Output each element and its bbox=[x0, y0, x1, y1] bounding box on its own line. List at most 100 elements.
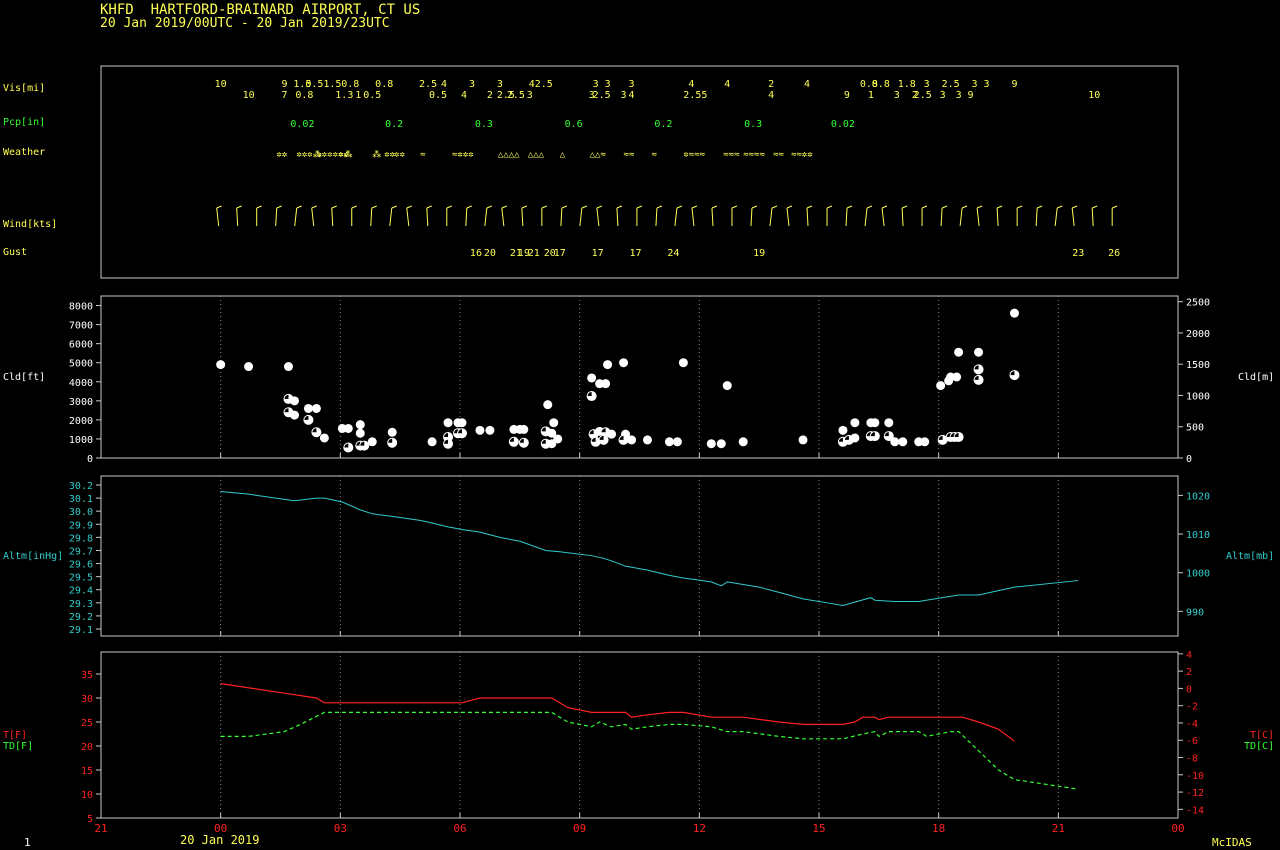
wind-barb bbox=[786, 205, 793, 227]
gust-value: 23 bbox=[1072, 248, 1084, 259]
cloud-ytick-label: 7000 bbox=[69, 321, 93, 332]
wind-barb-flag bbox=[976, 205, 983, 209]
cloud-y2tick-label: 0 bbox=[1186, 454, 1192, 465]
vis-value: 3 bbox=[984, 79, 990, 90]
wind-barb-staff bbox=[769, 207, 773, 227]
cloud-point bbox=[798, 435, 808, 445]
wind-barb-flag bbox=[351, 205, 357, 209]
vis-value: 1 bbox=[868, 90, 874, 101]
temp-y2tick-label: -14 bbox=[1186, 805, 1204, 816]
wind-barb bbox=[370, 205, 377, 227]
vis-value: 4 bbox=[804, 79, 810, 90]
cloud-ytick-label: 8000 bbox=[69, 302, 93, 313]
cloud-point bbox=[850, 433, 860, 443]
cloud-point bbox=[601, 379, 611, 389]
wind-barb bbox=[465, 205, 472, 227]
altm-ytick-label: 29.7 bbox=[69, 546, 93, 557]
wind-barb-flag bbox=[616, 205, 623, 209]
wind-barb-flag bbox=[826, 205, 833, 209]
gust-value: 24 bbox=[667, 248, 679, 259]
vis-value: 10 bbox=[1088, 90, 1100, 101]
wind-barb-flag bbox=[406, 205, 412, 209]
vis-value: 3 bbox=[956, 90, 962, 101]
gust-value: 20 bbox=[484, 248, 496, 259]
wind-barb-staff bbox=[1071, 207, 1075, 227]
cloud-y2tick-label: 2500 bbox=[1186, 298, 1210, 309]
gust-value: 17 bbox=[629, 248, 641, 259]
cloud-point bbox=[319, 433, 329, 443]
cloud-ytick-label: 3000 bbox=[69, 397, 93, 408]
vis-value: 3 bbox=[605, 79, 611, 90]
wind-barb-flag bbox=[486, 205, 493, 209]
wind-barb-flag bbox=[581, 205, 588, 209]
vis-value: 0.8 bbox=[295, 90, 313, 101]
wind-barb bbox=[311, 205, 317, 227]
x-tick-label: 09 bbox=[573, 822, 586, 835]
wind-barb-staff bbox=[596, 207, 600, 227]
wind-barb bbox=[711, 205, 718, 227]
wind-barb bbox=[275, 205, 282, 227]
cloud-point bbox=[355, 428, 365, 438]
wind-barb bbox=[596, 205, 603, 227]
cloud-ytick-label: 5000 bbox=[69, 359, 93, 370]
cloud-point bbox=[443, 418, 453, 428]
wind-barb bbox=[674, 205, 683, 227]
wind-barb bbox=[826, 205, 833, 226]
altm-y2tick-label: 1000 bbox=[1186, 569, 1210, 580]
weather-symbol: △△△ bbox=[528, 150, 545, 160]
wind-barb-staff bbox=[996, 207, 999, 227]
vis-value: 2.5 bbox=[419, 79, 437, 90]
cloud-point bbox=[443, 438, 454, 449]
cloud-point bbox=[603, 360, 613, 370]
cloud-y2tick-label: 2000 bbox=[1186, 329, 1210, 340]
cloud-point bbox=[850, 418, 860, 428]
vis-value: 1.5 bbox=[323, 79, 341, 90]
wind-barb-flag bbox=[426, 205, 432, 209]
x-tick-label: 15 bbox=[812, 822, 825, 835]
altm-ytick-label: 30.0 bbox=[69, 507, 93, 518]
vis-value: 2.5 bbox=[535, 79, 553, 90]
wind-barb-flag bbox=[691, 205, 698, 209]
pcp-row-label: Pcp[in] bbox=[3, 117, 45, 128]
wind-barb bbox=[691, 205, 698, 227]
wind-barb bbox=[236, 205, 242, 227]
wind-barb-staff bbox=[560, 207, 563, 227]
pcp-value: 0.2 bbox=[385, 119, 403, 130]
gust-value: 26 bbox=[1108, 248, 1120, 259]
wind-barb bbox=[560, 205, 568, 227]
altm-ylabel: Altm[inHg] bbox=[3, 551, 63, 562]
vis-value: 10 bbox=[215, 79, 227, 90]
vis-value: 3 bbox=[527, 90, 533, 101]
wind-barb-staff bbox=[976, 207, 980, 227]
altm-ytick-label: 29.6 bbox=[69, 560, 93, 571]
weather-symbol: ≈ bbox=[420, 150, 426, 160]
wind-barb-staff bbox=[579, 207, 583, 227]
altm-y2tick-label: 1020 bbox=[1186, 491, 1210, 502]
wind-barb-flag bbox=[596, 205, 603, 209]
cloud-point bbox=[607, 429, 617, 439]
x-tick-label: 21 bbox=[94, 822, 107, 835]
cloud-point bbox=[518, 437, 529, 448]
wind-barb-flag bbox=[731, 205, 738, 209]
pcp-value: 0.02 bbox=[831, 119, 855, 130]
temp-ytick-label: 5 bbox=[87, 814, 93, 825]
altm-ytick-label: 29.8 bbox=[69, 533, 93, 544]
wind-barb-staff bbox=[389, 207, 393, 227]
cloud-point bbox=[427, 437, 437, 447]
wind-barb-staff bbox=[426, 207, 429, 227]
cloud-ytick-label: 1000 bbox=[69, 435, 93, 446]
vis-value: 9 bbox=[968, 90, 974, 101]
temp-ytick-label: 20 bbox=[81, 742, 93, 753]
vis-value: 3 bbox=[629, 79, 635, 90]
vis-value: 1.3 bbox=[335, 90, 353, 101]
wind-row-label: Wind[kts] bbox=[3, 219, 57, 230]
cloud-point bbox=[642, 435, 652, 445]
wind-barb-flag bbox=[786, 205, 793, 209]
wind-barb bbox=[351, 205, 357, 226]
cloud-point bbox=[586, 391, 597, 402]
altm-y2label: Altm[mb] bbox=[1226, 551, 1274, 562]
cloud-point bbox=[303, 414, 314, 425]
gust-value: 17 bbox=[592, 248, 604, 259]
wind-barb bbox=[806, 205, 813, 227]
weather-symbol: ≈≈ bbox=[624, 150, 635, 160]
